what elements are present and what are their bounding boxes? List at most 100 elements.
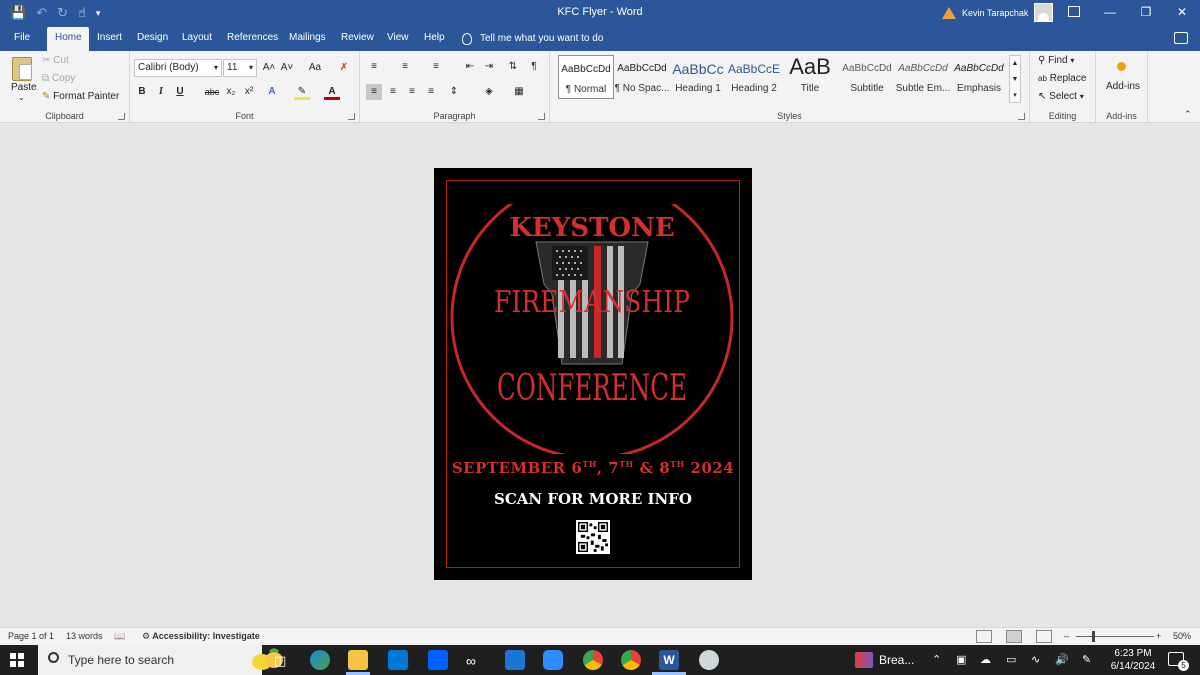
paragraph-launcher-icon[interactable] <box>538 113 545 120</box>
font-family-select[interactable]: Calibri (Body) ▾ <box>134 59 222 77</box>
tab-layout[interactable]: Layout <box>174 27 220 51</box>
clear-formatting-icon[interactable]: ✗ <box>336 60 352 76</box>
style-normal[interactable]: AaBbCcDd ¶ Normal <box>558 55 614 99</box>
system-clock[interactable]: 6:23 PM 6/14/2024 <box>1106 647 1160 673</box>
zoom-in-icon[interactable]: + <box>1156 631 1161 641</box>
shrink-font-button[interactable]: A˅ <box>279 60 295 76</box>
chrome-profile-icon[interactable] <box>621 650 641 670</box>
device-icon[interactable]: ▣ <box>956 653 966 666</box>
justify-icon[interactable]: ≡ <box>423 84 439 100</box>
infinity-app-icon[interactable]: ∞ <box>466 653 476 669</box>
notification-center-icon[interactable]: 5 <box>1168 652 1189 671</box>
accessibility-status[interactable]: ⚙ Accessibility: Investigate <box>142 631 260 642</box>
paste-icon[interactable] <box>12 57 32 81</box>
grow-font-button[interactable]: A˄ <box>261 60 277 76</box>
word-count[interactable]: 13 words <box>66 631 103 641</box>
tab-design[interactable]: Design <box>129 27 176 51</box>
select-button[interactable]: ↖ Select ▾ <box>1038 91 1084 102</box>
bullets-icon[interactable]: ≡ <box>366 59 382 75</box>
style-subtle-emphasis[interactable]: AaBbCcDd Subtle Em... <box>895 55 951 99</box>
search-placeholder[interactable]: Type here to search <box>68 653 174 667</box>
zoom-app-icon[interactable] <box>543 650 563 670</box>
font-color-icon[interactable]: A <box>324 84 340 100</box>
tab-help[interactable]: Help <box>416 27 453 51</box>
tell-me-text[interactable]: Tell me what you want to do <box>480 28 603 50</box>
underline-button[interactable]: U <box>172 84 188 100</box>
onedrive-icon[interactable]: ☁ <box>980 653 991 666</box>
align-right-icon[interactable]: ≡ <box>404 84 420 100</box>
text-effects-icon[interactable]: A <box>264 84 280 100</box>
comments-icon[interactable] <box>1174 32 1188 44</box>
page-count[interactable]: Page 1 of 1 <box>8 631 54 641</box>
superscript-button[interactable]: x² <box>241 84 257 100</box>
addins-icon[interactable] <box>1117 62 1126 71</box>
cut-button[interactable]: ✂ Cut <box>42 55 69 66</box>
dropbox-icon[interactable] <box>428 650 448 670</box>
tell-me-search[interactable]: Tell me what you want to do <box>462 27 603 51</box>
paste-button[interactable]: Paste <box>11 82 37 93</box>
word-icon[interactable]: W <box>659 650 679 670</box>
format-painter-button[interactable]: ✎ Format Painter <box>42 91 119 102</box>
windows-start-icon[interactable] <box>10 653 24 667</box>
numbering-icon[interactable]: ≡ <box>397 59 413 75</box>
tab-insert[interactable]: Insert <box>89 27 130 51</box>
change-case-button[interactable]: Aa <box>304 60 326 76</box>
close-icon[interactable]: ✕ <box>1164 0 1200 27</box>
style-emphasis[interactable]: AaBbCcDd Emphasis <box>951 55 1007 99</box>
italic-button[interactable]: I <box>153 84 169 100</box>
addins-button[interactable]: Add-ins <box>1106 81 1140 92</box>
show-formatting-button[interactable]: ¶ <box>526 59 542 75</box>
clipboard-launcher-icon[interactable] <box>118 113 125 120</box>
proofing-icon[interactable]: 📖 <box>114 631 125 642</box>
edge-icon[interactable] <box>310 650 330 670</box>
tab-references[interactable]: References <box>219 27 286 51</box>
sort-icon[interactable]: ⇅ <box>505 59 521 75</box>
warning-icon[interactable] <box>942 6 956 19</box>
subscript-button[interactable]: x₂ <box>223 84 239 100</box>
styles-scroll[interactable]: ▲ ▼ ▾ <box>1009 55 1021 103</box>
tab-home[interactable]: Home <box>47 27 89 51</box>
style-title[interactable]: AaB Title <box>782 55 838 99</box>
battery-icon[interactable]: ▭ <box>1006 653 1016 666</box>
increase-indent-icon[interactable]: ⇥ <box>481 59 497 75</box>
paste-dropdown-icon[interactable]: ⌄ <box>18 93 25 102</box>
mail-icon[interactable] <box>505 650 525 670</box>
paint-icon[interactable] <box>699 650 719 670</box>
minimize-icon[interactable]: — <box>1092 0 1128 27</box>
style-subtitle[interactable]: AaBbCcDd Subtitle <box>839 55 895 99</box>
style-heading-2[interactable]: AaBbCcE Heading 2 <box>726 55 782 99</box>
taskbar-app-breaking[interactable]: Brea... <box>855 652 914 668</box>
tab-mailings[interactable]: Mailings <box>281 27 334 51</box>
tab-file[interactable]: File <box>6 27 38 51</box>
copy-button[interactable]: ⧉ Copy <box>42 73 75 84</box>
tab-view[interactable]: View <box>379 27 417 51</box>
font-size-select[interactable]: 11 ▾ <box>223 59 257 77</box>
replace-button[interactable]: ab Replace <box>1038 73 1086 84</box>
styles-launcher-icon[interactable] <box>1018 113 1025 120</box>
style-no-spacing[interactable]: AaBbCcDd ¶ No Spac... <box>614 55 670 99</box>
show-hidden-icons[interactable]: ⌃ <box>932 653 941 666</box>
highlight-color-icon[interactable]: ✎ <box>294 84 310 100</box>
ribbon-display-options-icon[interactable] <box>1068 6 1080 17</box>
chrome-icon[interactable] <box>583 650 603 670</box>
web-layout-icon[interactable] <box>1036 630 1052 643</box>
line-spacing-icon[interactable]: ⇕ <box>446 84 462 100</box>
volume-icon[interactable]: 🔊 <box>1055 653 1069 666</box>
multilevel-list-icon[interactable]: ≡ <box>428 59 444 75</box>
zoom-level[interactable]: 50% <box>1173 631 1191 641</box>
font-launcher-icon[interactable] <box>348 113 355 120</box>
style-heading-1[interactable]: AaBbCc Heading 1 <box>670 55 726 99</box>
avatar[interactable] <box>1034 3 1054 22</box>
read-mode-icon[interactable] <box>976 630 992 643</box>
collapse-ribbon-icon[interactable]: ⌃ <box>1184 109 1192 120</box>
align-left-icon[interactable]: ≡ <box>366 84 382 100</box>
task-view-icon[interactable]: ◫ <box>274 653 286 669</box>
print-layout-icon[interactable] <box>1006 630 1022 643</box>
bold-button[interactable]: B <box>134 84 150 100</box>
strikethrough-button[interactable]: abc <box>202 84 222 100</box>
restore-icon[interactable]: ❐ <box>1128 0 1164 27</box>
store-icon[interactable] <box>388 650 408 670</box>
find-button[interactable]: ⚲ Find ▾ <box>1038 55 1074 66</box>
wifi-icon[interactable]: ∿ <box>1031 653 1040 666</box>
tab-review[interactable]: Review <box>333 27 382 51</box>
